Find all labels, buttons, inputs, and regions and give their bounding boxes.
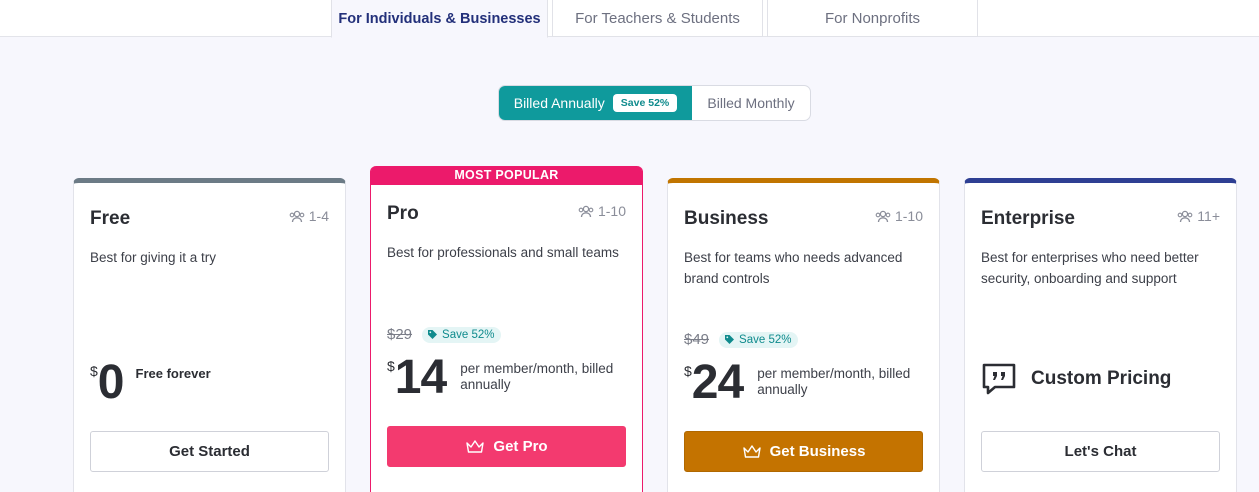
- lets-chat-button[interactable]: Let's Chat: [981, 431, 1220, 472]
- tag-icon: [725, 335, 735, 344]
- plan-card-enterprise: Enterprise 11+ Best for enterprises who …: [964, 178, 1237, 492]
- original-price: $49: [684, 331, 710, 348]
- save-label: Save 52%: [739, 333, 792, 346]
- price-note: Free forever: [135, 366, 211, 381]
- get-business-button[interactable]: Get Business: [684, 431, 923, 472]
- plan-name: Enterprise: [981, 208, 1075, 229]
- plan-description: Best for teams who needs advanced brand …: [684, 250, 903, 286]
- original-price-row: $49 Save 52%: [684, 331, 799, 348]
- currency-symbol: $: [90, 363, 98, 379]
- plan-price: $ 14 per member/month, billed annually: [387, 354, 625, 402]
- button-label: Get Started: [169, 443, 250, 460]
- crown-icon: [466, 440, 485, 453]
- save-tag: Save 52%: [422, 326, 502, 343]
- billing-toggle: Billed Annually Save 52% Billed Monthly: [498, 85, 811, 121]
- custom-pricing-row: Custom Pricing: [981, 362, 1171, 396]
- audience-tabs: For Individuals & Businesses For Teacher…: [0, 0, 1259, 38]
- plan-members: 1-10: [875, 208, 923, 224]
- custom-pricing-label: Custom Pricing: [1031, 368, 1172, 389]
- save-label: Save 52%: [442, 328, 495, 341]
- original-price-row: $29 Save 52%: [387, 326, 502, 343]
- tag-icon: [428, 330, 438, 339]
- plan-name: Pro: [387, 203, 419, 224]
- users-icon: [1177, 210, 1193, 222]
- members-count: 1-10: [597, 203, 626, 219]
- plan-name: Business: [684, 208, 769, 229]
- get-pro-button[interactable]: Get Pro: [387, 426, 626, 467]
- billed-annually-label: Billed Annually: [513, 95, 605, 111]
- button-label: Let's Chat: [1064, 443, 1137, 460]
- tab-individuals-businesses[interactable]: For Individuals & Businesses: [331, 0, 548, 38]
- plan-card-free: Free 1-4 Best for giving it a try $ 0 Fr…: [73, 178, 346, 492]
- price-amount: 14: [394, 351, 447, 404]
- billed-annually-option[interactable]: Billed Annually Save 52%: [499, 86, 692, 120]
- quote-chat-icon: [982, 363, 1016, 395]
- members-count: 11+: [1197, 208, 1220, 224]
- plan-price: $ 0 Free forever: [90, 359, 211, 407]
- members-count: 1-10: [894, 208, 923, 224]
- price-period: per member/month, billed annually: [757, 366, 911, 397]
- crown-icon: [742, 445, 761, 458]
- plan-card-business: Business 1-10 Best for teams who needs a…: [667, 178, 940, 492]
- users-icon: [578, 205, 594, 217]
- original-price: $29: [387, 326, 413, 343]
- plan-members: 11+: [1177, 208, 1220, 224]
- price-amount: 0: [97, 356, 125, 409]
- plan-card-pro: MOST POPULAR Pro 1-10 Best for professio…: [370, 166, 643, 492]
- plan-name: Free: [90, 208, 131, 229]
- price-period: per member/month, billed annually: [460, 361, 614, 392]
- plan-members: 1-4: [289, 208, 329, 224]
- plan-description: Best for professionals and small teams: [387, 245, 619, 260]
- plan-description: Best for giving it a try: [90, 250, 217, 265]
- tab-teachers-students[interactable]: For Teachers & Students: [552, 0, 763, 37]
- button-label: Get Business: [769, 443, 866, 460]
- plan-price: $ 24 per member/month, billed annually: [684, 359, 922, 407]
- plan-members: 1-10: [578, 203, 626, 219]
- button-label: Get Pro: [493, 438, 548, 455]
- members-count: 1-4: [308, 208, 329, 224]
- billed-monthly-option[interactable]: Billed Monthly: [692, 86, 810, 120]
- currency-symbol: $: [684, 363, 692, 379]
- users-icon: [875, 210, 891, 222]
- tab-nonprofits[interactable]: For Nonprofits: [767, 0, 978, 37]
- annual-save-badge: Save 52%: [612, 94, 678, 112]
- get-started-button[interactable]: Get Started: [90, 431, 329, 472]
- most-popular-badge: MOST POPULAR: [371, 166, 642, 185]
- currency-symbol: $: [387, 358, 395, 374]
- plan-description: Best for enterprises who need better sec…: [981, 250, 1199, 286]
- users-icon: [289, 210, 305, 222]
- price-amount: 24: [691, 356, 744, 409]
- save-tag: Save 52%: [719, 331, 799, 348]
